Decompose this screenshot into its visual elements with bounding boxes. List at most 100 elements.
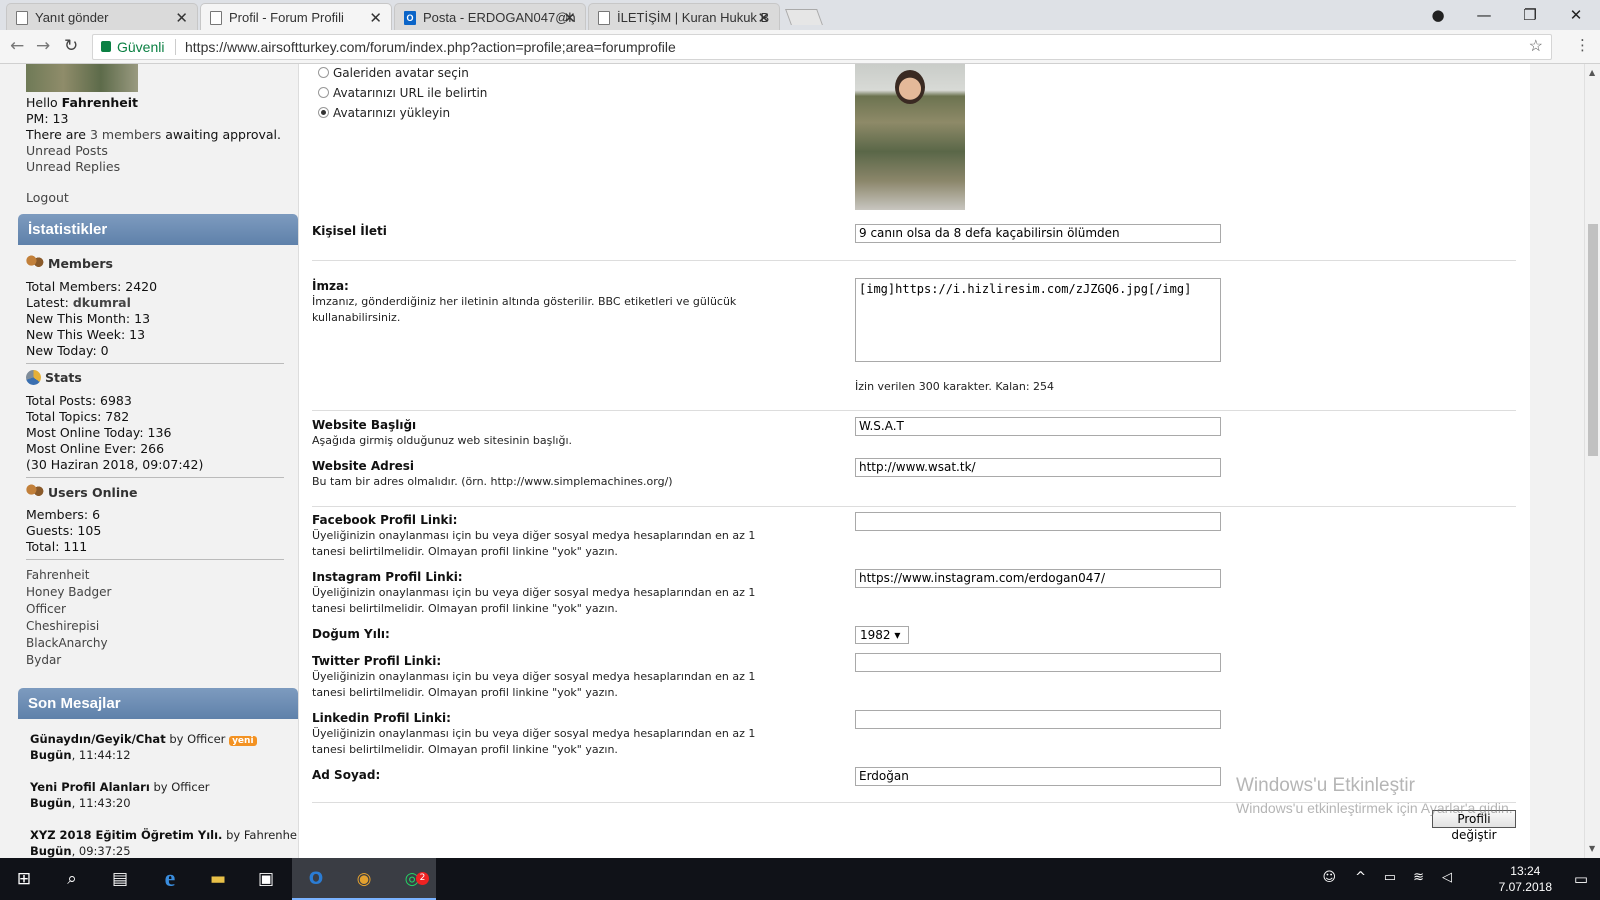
forward-icon[interactable]: →	[36, 36, 50, 56]
tab-posta[interactable]: O Posta - ERDOGAN047@h ✕	[394, 3, 586, 30]
tray-chevron-icon[interactable]: ^	[1355, 870, 1366, 885]
recent-post-topic[interactable]: Günaydın/Geyik/Chat	[30, 732, 166, 746]
page-viewport: Hello Fahrenheit PM: 13 There are 3 memb…	[0, 64, 1584, 858]
bookmark-star-icon[interactable]: ☆	[1529, 35, 1543, 59]
profile-icon[interactable]: ●	[1418, 2, 1458, 28]
birth-year-select[interactable]: 1982 ▾	[855, 626, 909, 644]
wifi-icon[interactable]: ≋	[1413, 870, 1424, 885]
minimize-button[interactable]: —	[1464, 2, 1504, 28]
scroll-down-icon[interactable]: ▼	[1589, 844, 1595, 853]
online-user-link[interactable]: Officer	[26, 602, 66, 616]
recent-posts-header: Son Mesajlar	[18, 688, 298, 719]
url-input[interactable]: Güvenli https://www.airsoftturkey.com/fo…	[92, 34, 1552, 60]
recent-post-time: Bugün, 11:44:12	[30, 748, 131, 762]
unread-replies-link[interactable]: Unread Replies	[26, 159, 120, 174]
online-user-link[interactable]: Bydar	[26, 653, 61, 667]
sidebar: Hello Fahrenheit PM: 13 There are 3 memb…	[18, 64, 305, 858]
new-tab-button[interactable]	[785, 9, 823, 25]
avatar-option-url[interactable]: Avatarınızı URL ile belirtin	[318, 86, 487, 100]
store-icon[interactable]: ▣	[242, 858, 290, 900]
browser-tab-strip: Yanıt gönder ✕ Profil - Forum Profili ✕ …	[0, 0, 1600, 30]
recent-post-author[interactable]: Officer	[187, 732, 225, 746]
facebook-input[interactable]	[855, 512, 1221, 531]
page-icon	[210, 11, 222, 25]
back-icon[interactable]: ←	[10, 36, 24, 56]
scroll-up-icon[interactable]: ▲	[1589, 68, 1595, 77]
online-user-link[interactable]: Cheshirepisi	[26, 619, 99, 633]
online-user-link[interactable]: Honey Badger	[26, 585, 111, 599]
recent-post-topic[interactable]: XYZ 2018 Eğitim Öğretim Yılı.	[30, 828, 222, 842]
website-url-input[interactable]: http://www.wsat.tk/	[855, 458, 1221, 477]
user-avatar	[26, 64, 138, 92]
full-name-input[interactable]: Erdoğan	[855, 767, 1221, 786]
tab-yanit-gonder[interactable]: Yanıt gönder ✕	[6, 3, 198, 30]
close-tab-icon[interactable]: ✕	[563, 9, 576, 27]
windows-start-icon[interactable]: ⊞	[0, 858, 48, 900]
divider	[26, 477, 284, 478]
browser-menu-icon[interactable]: ⋮	[1575, 36, 1590, 54]
personal-message-input[interactable]: 9 canın olsa da 8 defa kaçabilirsin ölüm…	[855, 224, 1221, 243]
hello-line: Hello Fahrenheit	[26, 95, 138, 110]
signature-textarea[interactable]: [img]https://i.hizliresim.com/zJZGQ6.jpg…	[855, 278, 1221, 362]
recent-post-topic[interactable]: Yeni Profil Alanları	[30, 780, 150, 794]
outlook-icon[interactable]: O	[292, 858, 340, 900]
recent-post-item: XYZ 2018 Eğitim Öğretim Yılı. by Fahrenh…	[30, 828, 305, 842]
linkedin-label: Linkedin Profil Linki:	[312, 711, 451, 725]
website-title-description: Aşağıda girmiş olduğunuz web sitesinin b…	[312, 434, 573, 447]
close-tab-icon[interactable]: ✕	[757, 9, 770, 27]
scrollbar-thumb[interactable]	[1588, 224, 1598, 456]
linkedin-input[interactable]	[855, 710, 1221, 729]
search-icon[interactable]: ⌕	[48, 858, 96, 900]
radio-button[interactable]	[318, 67, 329, 78]
unread-posts-link[interactable]: Unread Posts	[26, 143, 108, 158]
close-tab-icon[interactable]: ✕	[175, 9, 188, 27]
edge-icon[interactable]: e	[146, 858, 194, 900]
recent-post-author[interactable]: Officer	[171, 780, 209, 794]
taskbar-clock[interactable]: 13:24 7.07.2018	[1499, 863, 1552, 895]
personal-message-label: Kişisel İleti	[312, 224, 387, 238]
vertical-scrollbar[interactable]: ▲ ▼	[1584, 64, 1600, 858]
close-tab-icon[interactable]: ✕	[369, 9, 382, 27]
notification-center-icon[interactable]: ▭	[1574, 870, 1588, 888]
tab-iletisim[interactable]: İLETİŞİM | Kuran Hukuk B ✕	[588, 3, 780, 30]
close-window-button[interactable]: ✕	[1556, 2, 1596, 28]
avatar-option-gallery[interactable]: Galeriden avatar seçin	[318, 66, 469, 80]
file-explorer-icon[interactable]: ▬	[194, 858, 242, 900]
pm-link[interactable]: PM: 13	[26, 111, 68, 126]
chrome-icon[interactable]: ◉	[340, 858, 388, 900]
twitter-input[interactable]	[855, 653, 1221, 672]
instagram-input[interactable]: https://www.instagram.com/erdogan047/	[855, 569, 1221, 588]
battery-icon[interactable]: ▭	[1384, 870, 1396, 885]
reload-icon[interactable]: ↻	[64, 36, 78, 56]
people-icon[interactable]: ☺	[1322, 870, 1336, 885]
instagram-description: Üyeliğinizin onaylanması için bu veya di…	[312, 586, 756, 615]
avatar-option-upload[interactable]: Avatarınızı yükleyin	[318, 106, 450, 120]
secure-label: Güvenli	[117, 39, 165, 55]
volume-icon[interactable]: ◁	[1442, 870, 1452, 885]
online-user-link[interactable]: Fahrenheit	[26, 568, 89, 582]
task-view-icon[interactable]: ▤	[96, 858, 144, 900]
birth-year-label: Doğum Yılı:	[312, 627, 390, 641]
facebook-description: Üyeliğinizin onaylanması için bu veya di…	[312, 529, 756, 558]
latest-member-link[interactable]: dkumral	[73, 295, 131, 310]
tab-profil[interactable]: Profil - Forum Profili ✕	[200, 3, 392, 30]
website-url-label: Website Adresi	[312, 459, 415, 473]
page-icon	[598, 11, 610, 25]
logout-link[interactable]: Logout	[26, 190, 69, 205]
recent-post-author[interactable]: Fahrenheit	[244, 828, 305, 842]
whatsapp-icon[interactable]: ◎ 2	[388, 858, 436, 900]
website-title-input[interactable]: W.S.A.T	[855, 417, 1221, 436]
profile-form: Galeriden avatar seçin Avatarınızı URL i…	[298, 64, 1530, 858]
new-badge: yeni	[229, 736, 257, 746]
website-url-description: Bu tam bir adres olmalıdır. (örn. http:/…	[312, 475, 673, 488]
pie-chart-icon	[26, 370, 41, 385]
total-topics: Total Topics: 782	[26, 409, 130, 424]
restore-button[interactable]: ❐	[1510, 2, 1550, 28]
radio-button[interactable]	[318, 107, 329, 118]
total-posts: Total Posts: 6983	[26, 393, 132, 408]
new-today: New Today: 0	[26, 343, 109, 358]
lock-icon	[101, 41, 111, 52]
radio-button[interactable]	[318, 87, 329, 98]
online-user-link[interactable]: BlackAnarchy	[26, 636, 108, 650]
approval-link[interactable]: 3 members	[90, 127, 161, 142]
